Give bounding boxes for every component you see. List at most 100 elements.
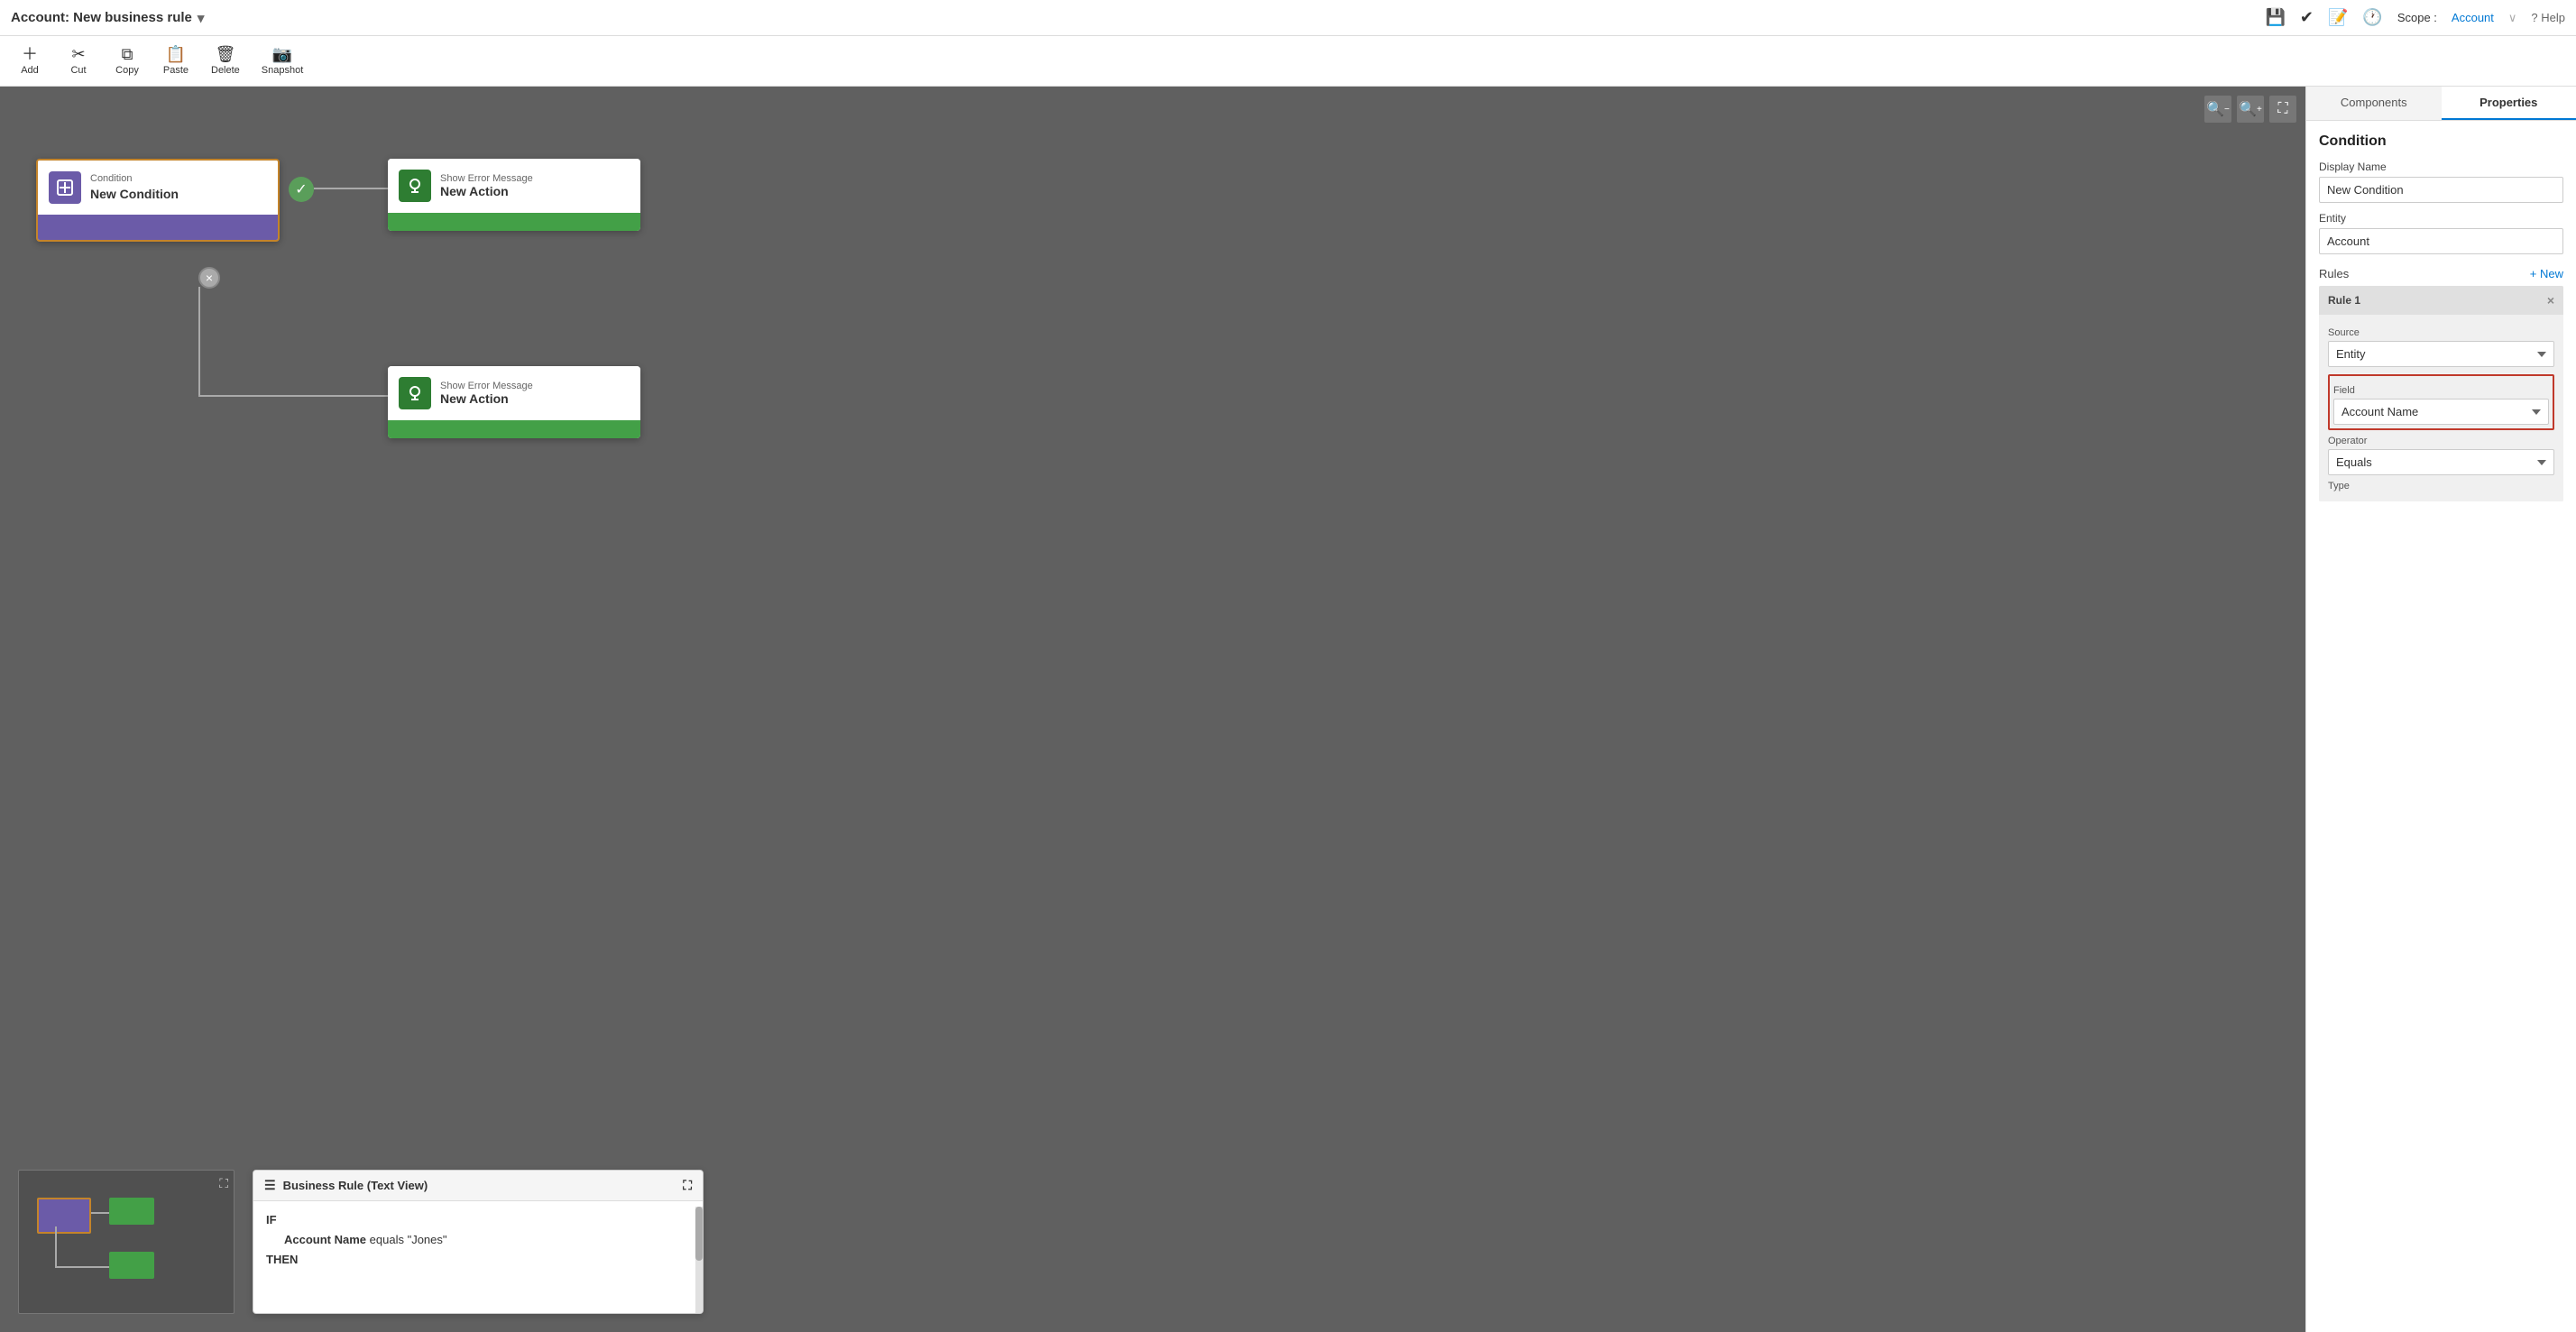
minimap-condition	[37, 1198, 91, 1234]
paste-label: Paste	[163, 65, 189, 76]
cut-icon: ✂	[71, 46, 85, 62]
check-icon[interactable]: ✔	[2300, 8, 2314, 27]
scope-label: Scope :	[2397, 11, 2437, 24]
condition-text-content: Account Name equals "Jones"	[284, 1233, 447, 1246]
minimap-expand-button[interactable]: ⛶	[219, 1176, 228, 1191]
fit-button[interactable]: ⛶	[2269, 96, 2296, 123]
text-view-expand[interactable]: ⛶	[683, 1178, 692, 1193]
type-label: Type	[2328, 481, 2554, 491]
action-icon-box-2	[399, 377, 431, 409]
minimap-action-1	[109, 1198, 154, 1225]
action-type-2: Show Error Message	[440, 381, 533, 391]
if-keyword: IF	[266, 1213, 277, 1226]
then-keyword: THEN	[266, 1253, 298, 1266]
condition-text: Condition New Condition	[90, 172, 179, 204]
action-name-1: New Action	[440, 184, 533, 198]
operator-label: Operator	[2328, 436, 2554, 446]
title-text: Account: New business rule	[11, 10, 192, 25]
snapshot-label: Snapshot	[262, 65, 303, 76]
delete-label: Delete	[211, 65, 240, 76]
title-bar: Account: New business rule ▾ 💾 ✔ 📝 🕐 Sco…	[0, 0, 2576, 36]
text-view-content: IF Account Name equals "Jones" THEN	[253, 1201, 703, 1308]
condition-node[interactable]: Condition New Condition	[36, 159, 280, 242]
panel-tabs: Components Properties	[2306, 87, 2576, 121]
rule-1-header: Rule 1 ×	[2319, 286, 2563, 315]
condition-type: Condition	[90, 172, 179, 186]
right-panel: Components Properties Condition Display …	[2305, 87, 2576, 1332]
minimap-line-h2	[55, 1266, 109, 1268]
condition-node-header: Condition New Condition	[38, 161, 278, 215]
help-link[interactable]: ? Help	[2531, 11, 2565, 24]
paste-button[interactable]: 📋 Paste	[153, 42, 198, 79]
title-bar-right: 💾 ✔ 📝 🕐 Scope : Account ∨ ? Help	[2265, 8, 2565, 27]
panel-section-title: Condition	[2319, 133, 2563, 150]
text-view-then-line: THEN	[266, 1250, 690, 1270]
source-select[interactable]: Entity	[2328, 341, 2554, 367]
text-view-panel: ☰ Business Rule (Text View) ⛶ IF Account…	[253, 1170, 704, 1314]
text-view-title-group: ☰ Business Rule (Text View)	[264, 1178, 428, 1193]
text-view-header: ☰ Business Rule (Text View) ⛶	[253, 1171, 703, 1201]
rules-new-button[interactable]: + New	[2530, 267, 2563, 280]
edit-icon[interactable]: 📝	[2328, 8, 2348, 27]
minimap-line-v1	[55, 1226, 57, 1266]
action-node-2-header: Show Error Message New Action	[388, 366, 640, 420]
save-icon[interactable]: 💾	[2265, 8, 2285, 27]
add-button[interactable]: ＋ Add	[7, 42, 52, 79]
display-name-input[interactable]	[2319, 177, 2563, 203]
field-highlighted-container: Field Account Name	[2328, 374, 2554, 430]
paste-icon: 📋	[166, 46, 186, 62]
delete-button[interactable]: 🗑 Delete	[202, 42, 249, 79]
copy-button[interactable]: ⧉ Copy	[105, 42, 150, 79]
field-label-rule: Field	[2333, 385, 2549, 396]
rule-1-body: Source Entity Field Account Name Operato…	[2319, 315, 2563, 501]
action-node-2[interactable]: Show Error Message New Action	[388, 366, 640, 438]
scrollbar-track[interactable]	[695, 1207, 703, 1313]
tab-properties[interactable]: Properties	[2442, 87, 2576, 120]
copy-label: Copy	[115, 65, 139, 76]
delete-branch-button[interactable]: ×	[198, 267, 220, 289]
operator-select[interactable]: Equals	[2328, 449, 2554, 475]
zoom-in-button[interactable]: 🔍+	[2237, 96, 2264, 123]
rule-1-close-button[interactable]: ×	[2547, 293, 2554, 308]
display-name-label: Display Name	[2319, 161, 2563, 173]
text-view-title: Business Rule (Text View)	[283, 1179, 428, 1192]
connector-h1	[314, 188, 388, 189]
copy-icon: ⧉	[122, 46, 133, 62]
condition-node-footer	[38, 215, 278, 240]
cut-label: Cut	[70, 65, 86, 76]
connector-h2	[198, 395, 388, 397]
text-view-condition-line: Account Name equals "Jones"	[266, 1230, 690, 1250]
condition-icon-box	[49, 171, 81, 204]
clock-icon[interactable]: 🕐	[2362, 8, 2382, 27]
toolbar: ＋ Add ✂ Cut ⧉ Copy 📋 Paste 🗑 Delete 📷 Sn…	[0, 36, 2576, 87]
snapshot-button[interactable]: 📷 Snapshot	[253, 42, 312, 79]
checkmark-bubble: ✓	[289, 177, 314, 202]
cut-button[interactable]: ✂ Cut	[56, 42, 101, 79]
action-node-1[interactable]: Show Error Message New Action	[388, 159, 640, 231]
zoom-out-button[interactable]: 🔍−	[2204, 96, 2231, 123]
account-name-bold: Account Name	[284, 1233, 366, 1246]
condition-equals: equals "Jones"	[370, 1233, 447, 1246]
scrollbar-thumb[interactable]	[695, 1207, 703, 1261]
action-node-1-header: Show Error Message New Action	[388, 159, 640, 213]
snapshot-icon: 📷	[272, 46, 292, 62]
canvas-controls: 🔍− 🔍+ ⛶	[2204, 96, 2296, 123]
entity-label: Entity	[2319, 212, 2563, 225]
main-layout: 🔍− 🔍+ ⛶ Condition New Condition	[0, 87, 2576, 1332]
condition-name: New Condition	[90, 186, 179, 204]
delete-icon: 🗑	[215, 46, 235, 62]
rules-header: Rules + New	[2319, 267, 2563, 280]
scope-value[interactable]: Account	[2452, 11, 2494, 24]
text-view-icon: ☰	[264, 1178, 276, 1193]
rules-label: Rules	[2319, 267, 2349, 280]
title-chevron[interactable]: ▾	[198, 10, 205, 26]
action-text-2: Show Error Message New Action	[440, 381, 533, 406]
add-label: Add	[21, 65, 39, 76]
text-view-if-line: IF	[266, 1210, 690, 1230]
field-select[interactable]: Account Name	[2333, 399, 2549, 425]
tab-components[interactable]: Components	[2306, 87, 2442, 120]
entity-input[interactable]	[2319, 228, 2563, 254]
connector-v1	[198, 287, 200, 395]
canvas[interactable]: 🔍− 🔍+ ⛶ Condition New Condition	[0, 87, 2305, 1332]
rule-1-label: Rule 1	[2328, 294, 2360, 307]
